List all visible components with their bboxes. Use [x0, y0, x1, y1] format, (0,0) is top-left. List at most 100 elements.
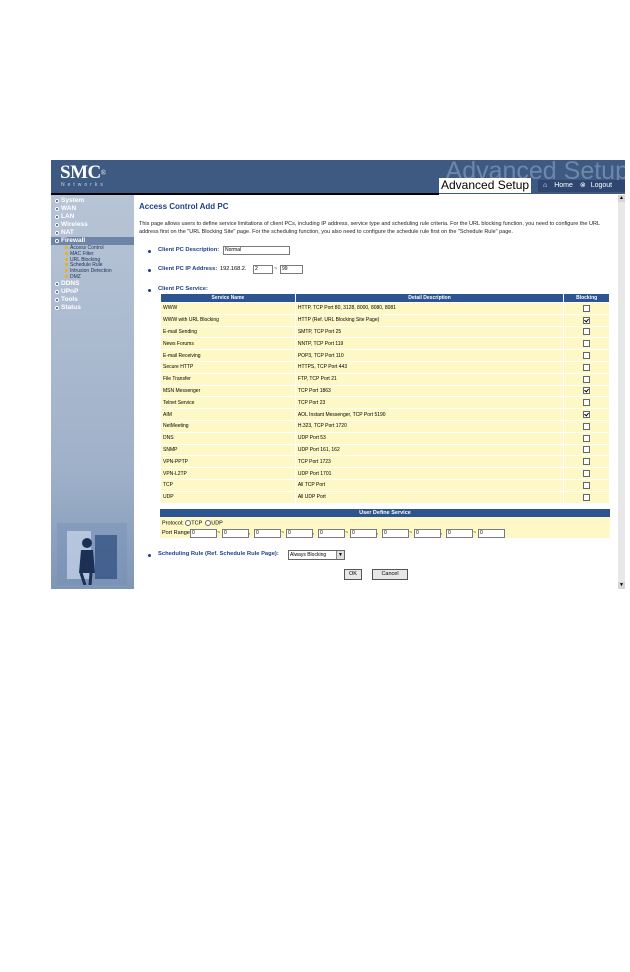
blocking-checkbox[interactable] [583, 363, 591, 371]
table-row: DNS UDP Port 53 [160, 431, 610, 445]
service-table-body: WWW HTTP, TCP Port 80, 3128, 8000, 8080, … [160, 302, 610, 504]
blocking-cell [563, 419, 610, 433]
service-detail-cell: TCP Port 1863 [294, 384, 565, 398]
vertical-scrollbar[interactable]: ▲ ▼ [618, 195, 625, 589]
blocking-checkbox[interactable] [583, 422, 591, 430]
port-input[interactable]: 0 [414, 529, 441, 538]
schedule-rule-value: Always Blocking [290, 552, 327, 558]
port-input[interactable]: 0 [382, 529, 409, 538]
port-input[interactable]: 0 [286, 529, 313, 538]
blocking-checkbox[interactable] [583, 470, 591, 478]
user-define-header: User Define Service [160, 509, 610, 517]
blocking-checkbox[interactable] [583, 304, 591, 312]
blocking-cell [563, 396, 610, 410]
port-input[interactable]: 0 [446, 529, 473, 538]
bullet-icon [55, 207, 59, 211]
service-name-cell: UDP [160, 490, 296, 504]
service-detail-cell: HTTPS, TCP Port 443 [294, 360, 565, 374]
router-admin-window: SMC® Networks Advanced Setup Advanced Se… [51, 160, 625, 589]
sidebar-item-wireless[interactable]: Wireless [51, 221, 134, 229]
blocking-checkbox[interactable] [583, 387, 591, 395]
service-name-cell: VPN-L2TP [160, 467, 296, 480]
sidebar-item-wan[interactable]: WAN [51, 205, 134, 213]
sidebar-item-nat[interactable]: NAT [51, 229, 134, 237]
sidebar-item-lan[interactable]: LAN [51, 213, 134, 221]
blocking-checkbox[interactable] [583, 399, 591, 407]
service-detail-cell: All TCP Port [294, 478, 565, 492]
page-title: Access Control Add PC [139, 202, 229, 211]
table-row: Secure HTTP HTTPS, TCP Port 443 [160, 360, 610, 374]
sidebar-item-system[interactable]: System [51, 197, 134, 205]
scroll-down-icon[interactable]: ▼ [618, 582, 625, 589]
blocking-checkbox[interactable] [583, 446, 591, 454]
service-name-cell: E-mail Receiving [160, 349, 296, 362]
service-detail-cell: POP3, TCP Port 110 [294, 349, 565, 362]
table-row: File Transfer FTP, TCP Port 21 [160, 372, 610, 386]
pc-description-input[interactable]: Normal [223, 246, 290, 255]
ip-prefix: 192.168.2. [220, 266, 247, 272]
service-name-cell: DNS [160, 431, 296, 445]
cancel-button[interactable]: Cancel [372, 569, 408, 580]
home-link[interactable]: ⌂ Home [538, 180, 573, 192]
sidebar-item-status[interactable]: Status [51, 304, 134, 312]
schedule-rule-select[interactable]: Always Blocking ▼ [288, 550, 345, 560]
service-detail-cell: UDP Port 161, 162 [294, 443, 565, 457]
service-detail-cell: TCP Port 23 [294, 396, 565, 410]
service-table: Service Name Detail Description Blocking… [160, 293, 610, 504]
ip-end-input[interactable]: 99 [280, 265, 303, 274]
service-name-cell: Telnet Service [160, 396, 296, 410]
port-input[interactable]: 0 [318, 529, 345, 538]
udp-label: UDP [211, 520, 223, 527]
sidebar-item-tools[interactable]: Tools [51, 296, 134, 304]
blocking-cell [563, 325, 610, 339]
person-illustration [57, 523, 127, 585]
blocking-checkbox[interactable] [583, 352, 591, 360]
ip-start-input[interactable]: 2 [253, 265, 273, 274]
blocking-checkbox[interactable] [583, 328, 591, 336]
pair-separator: , [249, 530, 251, 536]
blocking-checkbox[interactable] [583, 316, 591, 324]
blocking-checkbox[interactable] [583, 434, 591, 442]
service-detail-cell: SMTP, TCP Port 25 [294, 325, 565, 339]
smc-logo: SMC® [60, 162, 106, 183]
port-input[interactable]: 0 [350, 529, 377, 538]
bullet-icon [148, 269, 151, 272]
blocking-checkbox[interactable] [583, 458, 591, 466]
service-name-cell: AIM [160, 408, 296, 421]
bullet-icon [148, 250, 151, 253]
blocking-checkbox[interactable] [583, 481, 591, 489]
ok-button[interactable]: OK [344, 569, 362, 580]
sidebar-item-upnp[interactable]: UPnP [51, 288, 134, 296]
blocking-checkbox[interactable] [583, 375, 591, 383]
main-content: Access Control Add PC This page allows u… [134, 195, 618, 589]
scroll-up-icon[interactable]: ▲ [618, 195, 625, 202]
pc-description-label: Client PC Description: [158, 247, 220, 253]
blocking-checkbox[interactable] [583, 493, 591, 501]
pair-separator: , [313, 530, 315, 536]
bullet-icon [55, 305, 59, 310]
protocol-label: Protocol: [162, 520, 184, 527]
bullet-icon [148, 554, 151, 557]
port-input[interactable]: 0 [478, 529, 505, 538]
blocking-cell [563, 443, 610, 457]
blocking-checkbox[interactable] [583, 411, 591, 419]
bullet-icon [55, 223, 59, 227]
service-name-cell: News Forums [160, 337, 296, 351]
table-row: NetMeeting H.323, TCP Port 1720 [160, 419, 610, 433]
table-row: TCP All TCP Port [160, 478, 610, 492]
port-input[interactable]: 0 [222, 529, 249, 538]
bullet-icon [55, 231, 59, 235]
blocking-cell [563, 478, 610, 492]
table-row: Telnet Service TCP Port 23 [160, 396, 610, 410]
blocking-cell [563, 337, 610, 351]
logout-link[interactable]: ⊗ Logout [575, 180, 612, 192]
port-input[interactable]: 0 [190, 529, 217, 538]
sidebar-item-firewall[interactable]: Firewall [51, 237, 134, 245]
service-name-cell: File Transfer [160, 372, 296, 386]
pair-separator: , [441, 530, 443, 536]
blocking-checkbox[interactable] [583, 340, 591, 348]
sidebar-item-ddns[interactable]: DDNS [51, 280, 134, 288]
range-separator: ~ [409, 530, 413, 536]
port-input[interactable]: 0 [254, 529, 281, 538]
user-define-panel: Protocol: TCP UDP Port Range: 0 ~0, 0 ~0, 0 ~… [160, 517, 610, 538]
